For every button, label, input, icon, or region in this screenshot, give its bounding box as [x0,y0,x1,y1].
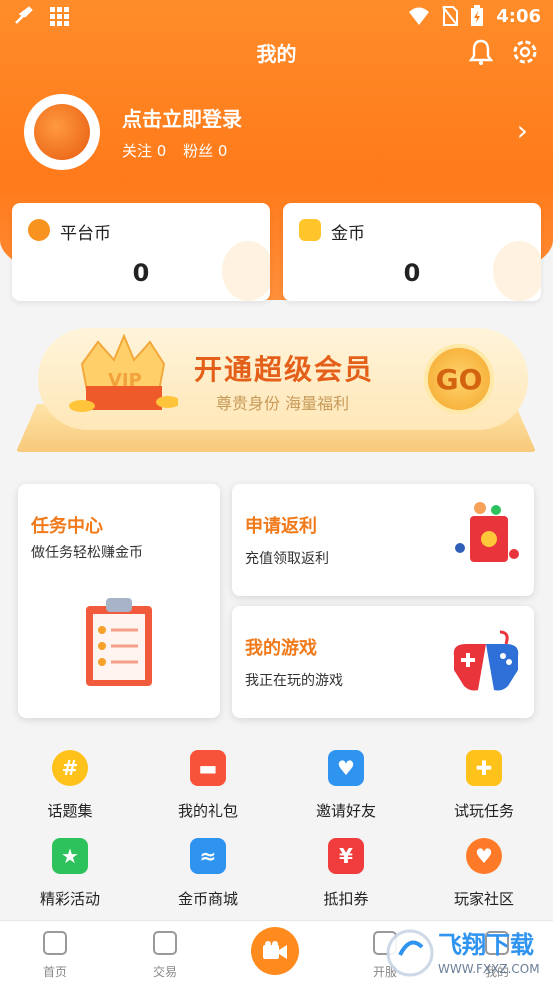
battery-icon [471,5,484,26]
home-icon [43,931,67,955]
grid-label: 我的礼包 [177,802,238,820]
watermark-url: WWW.FXXZ.COM [438,962,540,976]
task-center-card[interactable]: 任务中心 做任务轻松赚金币 [18,484,220,718]
grid-item-coin-store[interactable]: ≈ 金币商城 [138,838,278,909]
status-bar: 4:06 [0,0,553,34]
rebate-title: 申请返利 [245,516,317,537]
vip-go-button[interactable]: GO [424,344,494,414]
fans-count[interactable]: 粉丝 0 [183,142,227,160]
login-prompt[interactable]: 点击立即登录 [122,103,242,132]
coin-decoration [493,241,541,301]
grid-label: 抵扣券 [323,890,369,908]
grid-label: 邀请好友 [315,802,376,820]
hashtag-icon: # [52,750,88,786]
chat-heart-icon: ♥ [466,838,502,874]
grid-item-topics[interactable]: # 话题集 [0,750,140,821]
follow-count[interactable]: 关注 0 [122,142,166,160]
gold-coin-label: 金币 [331,224,365,244]
coupon-icon: ¥ [328,838,364,874]
gamepad-icon: ✚ [466,750,502,786]
rebate-subtitle: 充值领取返利 [245,551,329,567]
yen-icon [153,931,177,955]
grid-item-trial-tasks[interactable]: ✚ 试玩任务 [414,750,553,821]
grid-label: 精彩活动 [39,890,100,908]
logo-icon [34,104,90,160]
star-flag-icon: ★ [52,838,88,874]
tab-label: 首页 [42,965,67,979]
my-games-card[interactable]: 我的游戏 我正在玩的游戏 [232,606,534,718]
red-envelope-icon [455,502,519,562]
my-games-subtitle: 我正在玩的游戏 [245,673,343,689]
vip-badge: VIP [108,370,142,391]
clipboard-icon [86,598,152,686]
video-button[interactable] [251,927,299,975]
grid-label: 玩家社区 [453,890,514,908]
video-icon [263,941,287,959]
my-games-title: 我的游戏 [245,638,317,659]
grid-label: 金币商城 [177,890,238,908]
coin-stack-icon [299,219,321,241]
watermark-logo: 飞翔下载 WWW.FXXZ.COM [386,929,540,977]
grid-item-events[interactable]: ★ 精彩活动 [0,838,140,909]
platform-coin-card[interactable]: 平台币 0 [12,203,270,301]
wifi-icon [409,7,430,25]
no-sim-icon [442,6,459,26]
grid-label: 试玩任务 [453,802,514,820]
avatar[interactable] [24,94,100,170]
crown-icon: VIP [69,334,178,412]
mail-heart-icon: ♥ [328,750,364,786]
watermark-text: 飞翔下载 [438,931,534,959]
gear-icon[interactable] [511,38,539,66]
platform-coin-label: 平台币 [60,224,111,244]
profile-row[interactable]: 点击立即登录 关注 0 粉丝 0 › [24,94,534,170]
tab-home[interactable]: 首页 [20,931,90,980]
grid-item-invite[interactable]: ♥ 邀请好友 [276,750,416,821]
task-center-title: 任务中心 [31,516,103,537]
gift-icon: ▬ [190,750,226,786]
broom-icon [15,6,33,24]
grid-item-coupons[interactable]: ¥ 抵扣券 [276,838,416,909]
tab-label: 交易 [152,965,177,979]
grid-item-gifts[interactable]: ▬ 我的礼包 [138,750,278,821]
star-coin-icon [28,219,50,241]
store-icon: ≈ [190,838,226,874]
gold-coin-card[interactable]: 金币 0 [283,203,541,301]
game-controller-icon [453,630,519,691]
vip-title: 开通超级会员 [194,353,375,386]
grid-label: 话题集 [47,802,93,820]
tab-trade[interactable]: 交易 [130,931,200,980]
grid-apps-icon [50,7,69,26]
bell-icon[interactable] [468,38,494,66]
coin-decoration [222,241,270,301]
rebate-card[interactable]: 申请返利 充值领取返利 [232,484,534,596]
task-center-subtitle: 做任务轻松赚金币 [31,545,143,561]
vip-subtitle: 尊贵身份 海量福利 [216,394,350,413]
chevron-right-icon[interactable]: › [517,114,528,147]
vip-banner[interactable]: VIP 开通超级会员 尊贵身份 海量福利 GO [16,328,536,452]
status-time: 4:06 [496,5,541,27]
grid-item-community[interactable]: ♥ 玩家社区 [414,838,553,909]
